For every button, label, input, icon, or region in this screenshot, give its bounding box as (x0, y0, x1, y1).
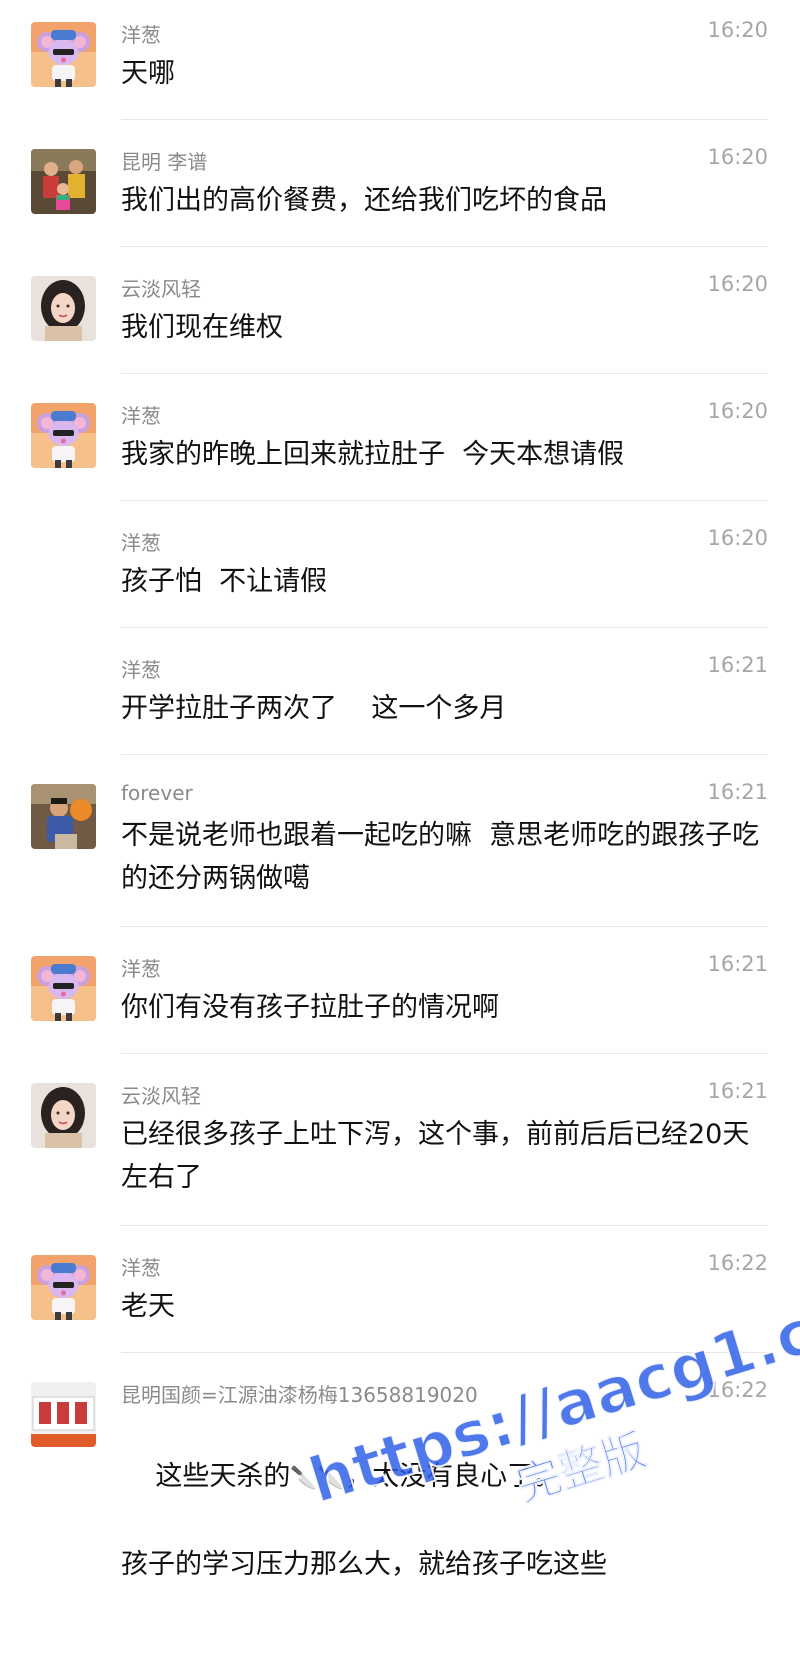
sender-name[interactable]: 昆明 李谱 (121, 146, 207, 175)
sender-name[interactable]: 洋葱 (121, 953, 161, 982)
message-time: 16:22 (707, 1378, 768, 1402)
message-text: 我们出的高价餐费，还给我们吃坏的食品 (121, 185, 607, 216)
cartoon-mouse-avatar[interactable] (31, 1255, 96, 1320)
divider (121, 373, 768, 374)
message-text: 我家的昨晚上回来就拉肚子 今天本想请假 (121, 439, 625, 470)
knife-icon: 🔪 (290, 1466, 318, 1491)
message-text-part: 这些天杀的 (155, 1461, 291, 1492)
message-text: 天哪 (121, 58, 175, 89)
sender-name[interactable]: 洋葱 (121, 19, 161, 48)
divider (121, 627, 768, 628)
message-text: 不是说老师也跟着一起吃的嘛 意思老师吃的跟孩子吃的还分两锅做噶 (121, 820, 760, 894)
message-time: 16:22 (707, 1251, 768, 1275)
cartoon-mouse-avatar[interactable] (31, 403, 96, 468)
cartoon-mouse-avatar[interactable] (31, 956, 96, 1021)
divider (121, 1225, 768, 1226)
woman-portrait-avatar[interactable] (31, 1083, 96, 1148)
message-time: 16:21 (707, 1079, 768, 1103)
family-photo-avatar[interactable] (31, 149, 96, 214)
divider (121, 754, 768, 755)
divider (121, 926, 768, 927)
sender-name[interactable]: 昆明国颜=江源油漆杨梅13658819020 (121, 1379, 478, 1408)
message-time: 16:20 (707, 399, 768, 423)
divider (121, 1053, 768, 1054)
sender-name[interactable]: 云淡风轻 (121, 273, 201, 302)
message-text: 孩子怕 不让请假 (121, 566, 328, 597)
child-photo-avatar[interactable] (31, 784, 96, 849)
paint-shop-avatar[interactable] (31, 1382, 96, 1447)
message-time: 16:20 (707, 526, 768, 550)
message-text: 我们现在维权 (121, 312, 283, 343)
message-time: 16:20 (707, 18, 768, 42)
message-time: 16:20 (707, 272, 768, 296)
message-time: 16:21 (707, 952, 768, 976)
divider (121, 246, 768, 247)
knife-icon: 🔪 (317, 1466, 346, 1491)
message-text: 这些天杀的🔪🔪，太没有良心了。 孩子的学习压力那么大，就给孩子吃这些 (121, 1412, 771, 1672)
sender-name[interactable]: 洋葱 (121, 527, 161, 556)
sender-name[interactable]: 洋葱 (121, 654, 161, 683)
message-time: 16:20 (707, 145, 768, 169)
message-text-part: ，太没有良心了。 (345, 1461, 562, 1492)
sender-name[interactable]: forever (121, 781, 193, 805)
sender-name[interactable]: 洋葱 (121, 1252, 161, 1281)
message-time: 16:21 (707, 653, 768, 677)
message-text: 已经很多孩子上吐下泻，这个事，前前后后已经20天左右了 (121, 1119, 750, 1193)
cartoon-mouse-avatar[interactable] (31, 22, 96, 87)
message-text: 开学拉肚子两次了 这一个多月 (121, 693, 507, 724)
message-time: 16:21 (707, 780, 768, 804)
woman-portrait-avatar[interactable] (31, 276, 96, 341)
divider (121, 500, 768, 501)
divider (121, 119, 768, 120)
divider (121, 1352, 768, 1353)
message-text-line: 孩子的学习压力那么大，就给孩子吃这些 (121, 1549, 607, 1580)
sender-name[interactable]: 洋葱 (121, 400, 161, 429)
message-text: 你们有没有孩子拉肚子的情况啊 (121, 992, 499, 1023)
sender-name[interactable]: 云淡风轻 (121, 1080, 201, 1109)
message-text: 老天 (121, 1291, 175, 1322)
